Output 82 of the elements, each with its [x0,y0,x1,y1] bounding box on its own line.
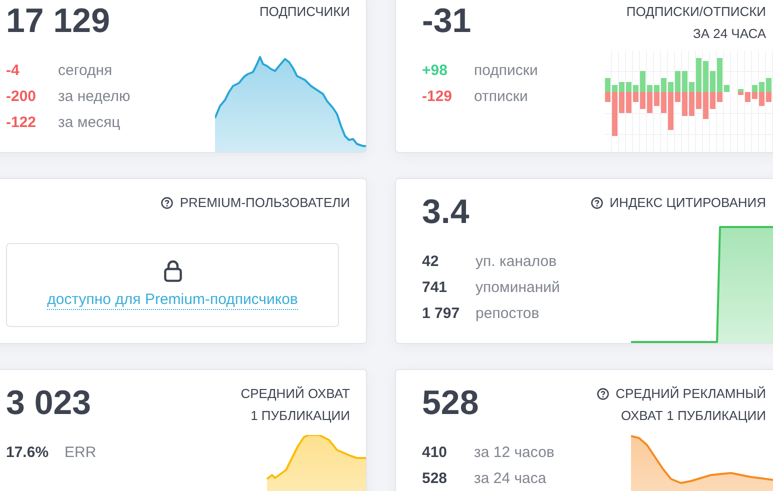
unsubscribe-bar [633,92,638,102]
stat-value: 1 797 [422,304,460,324]
unsubscribe-bar [738,92,744,95]
subscribe-bar [647,85,652,92]
card-title: ПОДПИСКИ/ОТПИСКИ ЗА 24 ЧАСА [626,3,766,43]
subscribe-bar [619,82,624,92]
unsubscribe-bar [717,92,722,102]
stat-value: -4 [6,61,20,81]
subscribe-bar [612,85,618,92]
unsubscribe-bar [759,92,764,106]
stat-value: 741 [422,278,448,298]
main-value: 3 023 [6,383,92,423]
unsubscribe-bar [675,92,680,102]
stat-label: подписки [474,61,538,81]
stat-value: -200 [6,87,38,107]
subscribe-bar [654,85,660,92]
stat-label: сегодня [58,61,114,81]
unsubscribe-bar [745,92,750,102]
stat-label: за месяц [58,113,122,133]
subscribe-bar [626,82,632,92]
card-title: PREMIUM-ПОЛЬЗОВАТЕЛИ [180,194,350,212]
stat-label: уп. каналов [476,252,558,272]
stat-label: репостов [476,304,540,324]
card-title: ПОДПИСЧИКИ [259,3,350,21]
unsubscribe-bar [696,92,702,109]
subscribe-bar [605,78,610,92]
unsubscribe-bar [640,92,646,109]
main-value: 3.4 [422,192,470,232]
unsubscribe-bar [766,92,772,102]
subscribe-bar [689,82,694,92]
unsubscribe-bar [710,92,716,109]
stat-label: упоминаний [476,278,560,298]
card-title: ИНДЕКС ЦИТИРОВАНИЯ [610,194,766,212]
unsubscribe-bar [703,92,708,119]
main-value: 528 [422,383,479,423]
subscribe-bar [696,58,702,92]
subscribe-bar [661,78,666,92]
unsubscribe-bar [619,92,624,113]
help-icon[interactable] [596,388,609,400]
stat-label: ERR [64,443,96,463]
unsubscribe-bar [647,92,652,113]
subscribe-bar [710,71,716,92]
subscribe-bar [640,71,646,92]
help-icon[interactable] [590,197,603,209]
subscribe-bar [759,82,764,92]
subscribe-bar [703,61,708,92]
subscribe-bar [668,82,674,92]
card-title: СРЕДНИЙ ОХВАТ 1 ПУБЛИКАЦИИ [240,385,350,425]
subscribe-bar [766,78,772,92]
stat-value: +98 [422,61,448,81]
card-title: СРЕДНИЙ РЕКЛАМНЫЙ ОХВАТ 1 ПУБЛИКАЦИИ [616,385,766,425]
lock-icon [164,260,182,282]
unsubscribe-bar [626,92,632,113]
stat-label: отписки [474,87,529,107]
unsubscribe-bar [668,92,674,130]
unsubscribe-bar [661,92,666,113]
stat-value: 410 [422,443,448,463]
help-icon[interactable] [160,197,173,209]
main-value: -31 [422,1,472,41]
subscribe-bar [682,71,688,92]
stat-value: 17.6% [6,443,49,463]
unsubscribe-bar [612,92,618,136]
stat-value: -129 [422,87,454,107]
subscribe-bar [724,85,730,92]
stat-value: -122 [6,113,38,133]
subscribe-bar [738,89,744,92]
unsubscribe-bar [689,92,694,116]
unsubscribe-bar [752,92,758,99]
subscribe-bar [717,58,722,92]
unsubscribe-bar [605,92,610,102]
main-value: 17 129 [6,1,110,41]
premium-link[interactable]: доступно для Premium-подписчиков [47,291,298,310]
unsubscribe-bar [654,92,660,106]
subscribe-bar [633,85,638,92]
stat-label: за неделю [58,87,130,107]
subscribe-bar [675,71,680,92]
subscribe-bar [752,85,758,92]
stat-value: 42 [422,252,440,272]
stat-value: 528 [422,469,448,489]
stat-label: за 24 часа [474,469,548,489]
unsubscribe-bar [682,92,688,116]
stat-label: за 12 часов [474,443,554,463]
